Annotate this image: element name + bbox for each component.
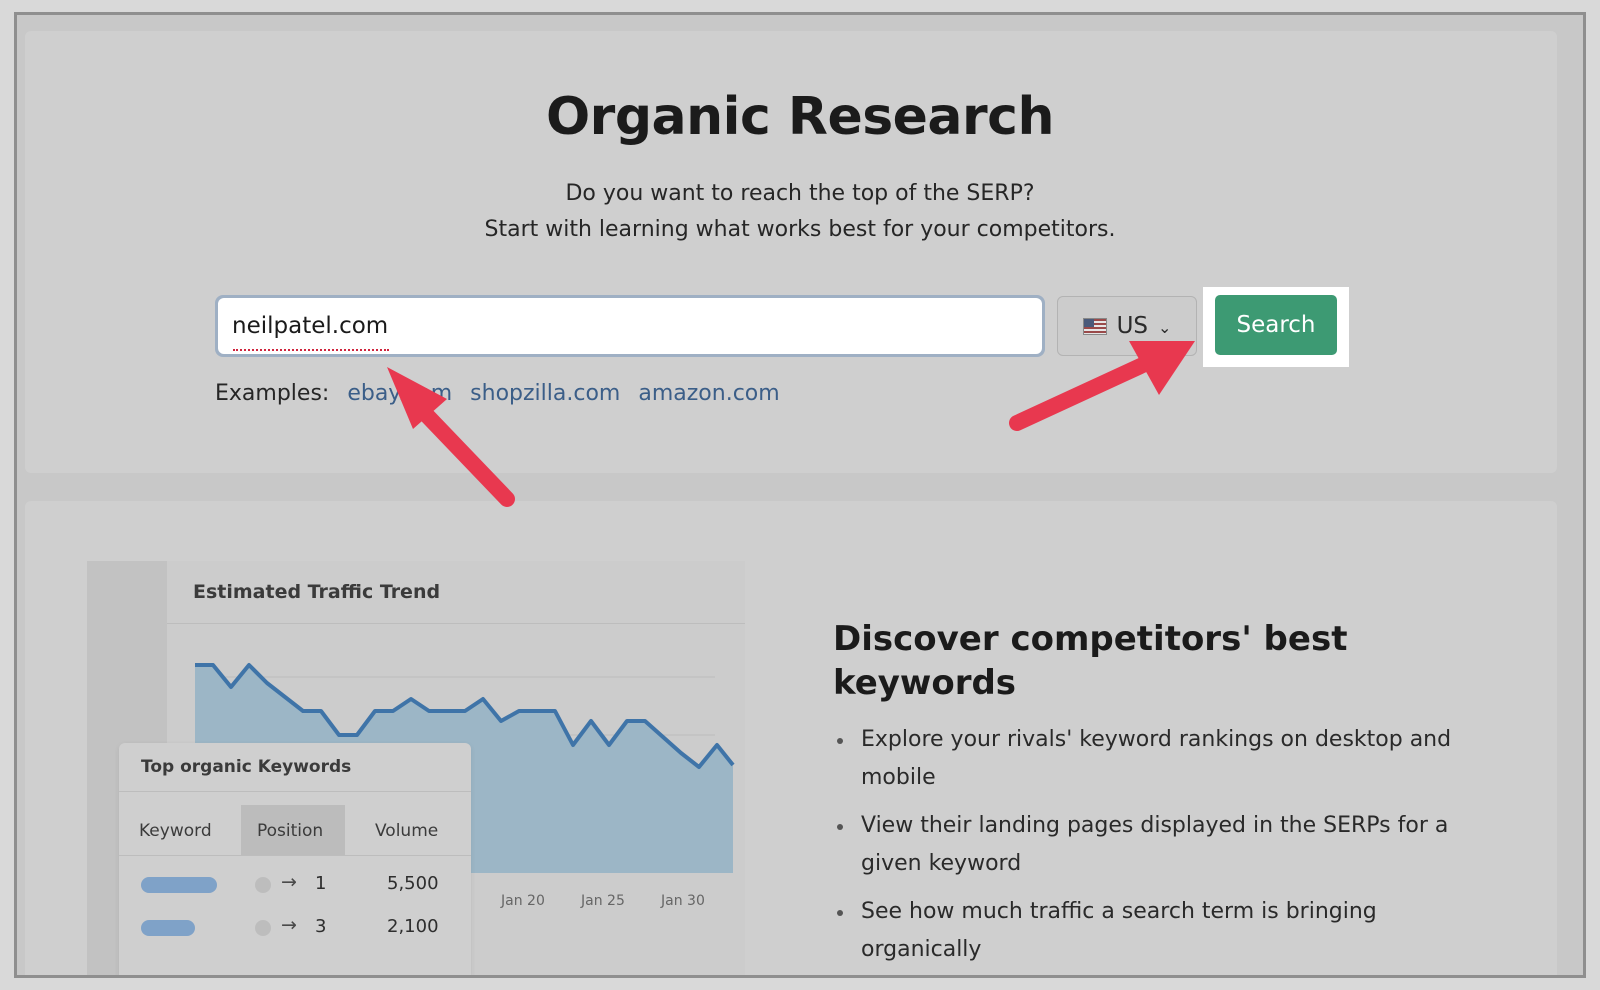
position-dot	[255, 877, 271, 893]
keywords-header-divider	[119, 855, 471, 856]
top-keywords-card	[119, 743, 471, 975]
row-volume: 5,500	[387, 873, 439, 894]
arrow-right-icon: →	[281, 871, 297, 893]
keyword-placeholder-bar	[141, 877, 217, 893]
column-header-position: Position	[257, 821, 324, 841]
column-header-keyword: Keyword	[139, 821, 212, 841]
traffic-chart-title: Estimated Traffic Trend	[193, 581, 441, 603]
promo-bullet: View their landing pages displayed in th…	[833, 807, 1493, 883]
arrow-to-search-button	[1009, 341, 1195, 431]
chart-divider	[167, 623, 745, 624]
row-position: 3	[315, 916, 327, 937]
x-tick-label: Jan 30	[661, 893, 705, 909]
arrow-right-icon: →	[281, 914, 297, 936]
keyword-placeholder-bar	[141, 920, 195, 936]
x-tick-label: Jan 25	[581, 893, 625, 909]
promo-title: Discover competitors' best keywords	[833, 619, 1348, 703]
position-dot	[255, 920, 271, 936]
arrow-to-search-input	[387, 367, 515, 507]
column-header-volume: Volume	[375, 821, 439, 841]
screenshot-frame: Organic Research Do you want to reach th…	[14, 12, 1586, 978]
promo-bullet: See how much traffic a search term is br…	[833, 893, 1493, 969]
promo-bullet-list: Explore your rivals' keyword rankings on…	[833, 721, 1493, 975]
promo-bullet: Explore your rivals' keyword rankings on…	[833, 721, 1493, 797]
row-volume: 2,100	[387, 916, 439, 937]
top-keywords-title: Top organic Keywords	[141, 757, 352, 777]
row-position: 1	[315, 873, 327, 894]
x-tick-label: Jan 20	[501, 893, 545, 909]
keywords-divider	[119, 791, 471, 792]
